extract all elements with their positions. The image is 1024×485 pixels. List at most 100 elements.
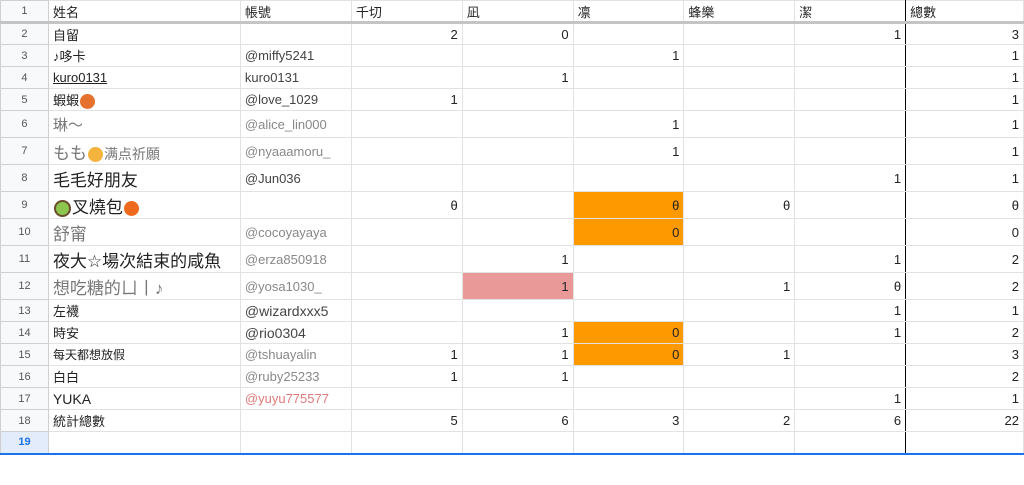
count-cell[interactable]	[683, 164, 796, 192]
row-number[interactable]: 15	[0, 343, 49, 366]
empty-cell[interactable]	[239, 431, 352, 455]
count-cell[interactable]: 1	[350, 343, 463, 366]
count-cell[interactable]	[683, 365, 796, 388]
row-number[interactable]: 2	[0, 22, 49, 45]
count-cell[interactable]	[350, 387, 463, 410]
count-cell[interactable]	[683, 66, 796, 89]
count-cell[interactable]: 1	[683, 343, 796, 366]
count-cell[interactable]: 1	[461, 66, 574, 89]
count-cell[interactable]	[572, 272, 685, 300]
handle-cell[interactable]: @alice_lin000	[239, 110, 352, 138]
count-cell[interactable]	[350, 299, 463, 322]
name-cell[interactable]: 舒甯	[47, 218, 241, 246]
count-cell[interactable]: 0	[461, 22, 574, 45]
grand-total-cell[interactable]: 22	[905, 409, 1024, 432]
total-cell[interactable]: 1	[905, 137, 1024, 165]
empty-cell[interactable]	[47, 431, 241, 455]
count-cell[interactable]: 1	[794, 245, 907, 273]
total-cell[interactable]: 0	[905, 218, 1024, 246]
handle-cell[interactable]	[239, 22, 352, 45]
row-number[interactable]: 16	[0, 365, 49, 388]
total-cell[interactable]: 1	[905, 110, 1024, 138]
count-cell[interactable]	[572, 66, 685, 89]
count-cell[interactable]	[572, 22, 685, 45]
header-chigiri[interactable]: 千切	[350, 0, 463, 24]
count-cell[interactable]: 1	[572, 137, 685, 165]
count-cell[interactable]: 1	[461, 245, 574, 273]
count-cell[interactable]: 1	[572, 110, 685, 138]
handle-cell[interactable]: @love_1029	[239, 88, 352, 111]
total-cell[interactable]: 2	[905, 321, 1024, 344]
total-cell[interactable]: 1	[905, 88, 1024, 111]
name-cell[interactable]: 想吃糖的ㄩ丨♪	[47, 272, 241, 300]
row-number[interactable]: 3	[0, 44, 49, 67]
count-cell[interactable]	[572, 299, 685, 322]
header-isagi[interactable]: 潔	[794, 0, 907, 24]
name-cell[interactable]: 毛毛好朋友	[47, 164, 241, 192]
row-number[interactable]: 12	[0, 272, 49, 300]
name-cell[interactable]: YUKA	[47, 387, 241, 410]
name-cell[interactable]: もも 满点祈願	[47, 137, 241, 165]
row-number[interactable]: 1	[0, 0, 49, 24]
name-cell[interactable]: 自留	[47, 22, 241, 45]
count-cell[interactable]	[461, 44, 574, 67]
count-cell-highlighted[interactable]: 0	[572, 321, 685, 344]
handle-cell[interactable]: @nyaaamoru_	[239, 137, 352, 165]
total-cell[interactable]: θ	[905, 191, 1024, 219]
count-cell[interactable]	[350, 44, 463, 67]
count-cell[interactable]	[461, 218, 574, 246]
count-cell[interactable]	[461, 387, 574, 410]
total-cell[interactable]: 1	[905, 387, 1024, 410]
count-cell[interactable]	[683, 137, 796, 165]
empty-cell[interactable]	[350, 431, 463, 455]
header-account[interactable]: 帳號	[239, 0, 352, 24]
count-cell[interactable]: θ	[683, 191, 796, 219]
count-cell[interactable]	[461, 88, 574, 111]
handle-cell[interactable]: @cocoyayaya	[239, 218, 352, 246]
count-cell[interactable]: 1	[683, 272, 796, 300]
header-bachira[interactable]: 蜂樂	[683, 0, 796, 24]
count-cell-highlighted[interactable]: 0	[572, 343, 685, 366]
empty-cell[interactable]	[905, 431, 1024, 455]
count-cell[interactable]	[350, 110, 463, 138]
count-cell[interactable]	[683, 387, 796, 410]
count-cell[interactable]: 1	[794, 299, 907, 322]
total-cell[interactable]: 2	[905, 365, 1024, 388]
count-cell[interactable]	[350, 245, 463, 273]
total-cell[interactable]: 1	[905, 66, 1024, 89]
count-cell[interactable]	[794, 137, 907, 165]
name-cell[interactable]: ♪哆卡	[47, 44, 241, 67]
count-cell[interactable]: 1	[461, 365, 574, 388]
empty-cell[interactable]	[794, 431, 907, 455]
header-total[interactable]: 總數	[905, 0, 1024, 24]
total-cell[interactable]: 1	[905, 44, 1024, 67]
count-cell[interactable]	[572, 365, 685, 388]
count-cell[interactable]	[794, 44, 907, 67]
handle-cell[interactable]: @ruby25233	[239, 365, 352, 388]
count-cell-highlighted[interactable]: 1	[461, 272, 574, 300]
name-cell[interactable]: 叉燒包	[47, 191, 241, 219]
name-cell[interactable]: 時安	[47, 321, 241, 344]
header-rin[interactable]: 凛	[572, 0, 685, 24]
name-cell[interactable]: 每天都想放假	[47, 343, 241, 366]
sum-cell[interactable]: 5	[350, 409, 463, 432]
count-cell[interactable]	[350, 272, 463, 300]
totals-label[interactable]: 統計總數	[47, 409, 241, 432]
count-cell[interactable]	[683, 88, 796, 111]
total-cell[interactable]: 1	[905, 164, 1024, 192]
count-cell[interactable]	[683, 22, 796, 45]
count-cell[interactable]: 1	[461, 321, 574, 344]
count-cell[interactable]	[683, 299, 796, 322]
sum-cell[interactable]: 2	[683, 409, 796, 432]
count-cell[interactable]	[794, 110, 907, 138]
count-cell[interactable]	[572, 387, 685, 410]
sum-cell[interactable]: 6	[461, 409, 574, 432]
row-number[interactable]: 6	[0, 110, 49, 138]
count-cell[interactable]	[794, 365, 907, 388]
name-cell[interactable]: 左襪	[47, 299, 241, 322]
row-number[interactable]: 5	[0, 88, 49, 111]
count-cell[interactable]	[683, 245, 796, 273]
sum-cell[interactable]: 6	[794, 409, 907, 432]
total-cell[interactable]: 3	[905, 343, 1024, 366]
name-cell[interactable]: 蝦蝦	[47, 88, 241, 111]
